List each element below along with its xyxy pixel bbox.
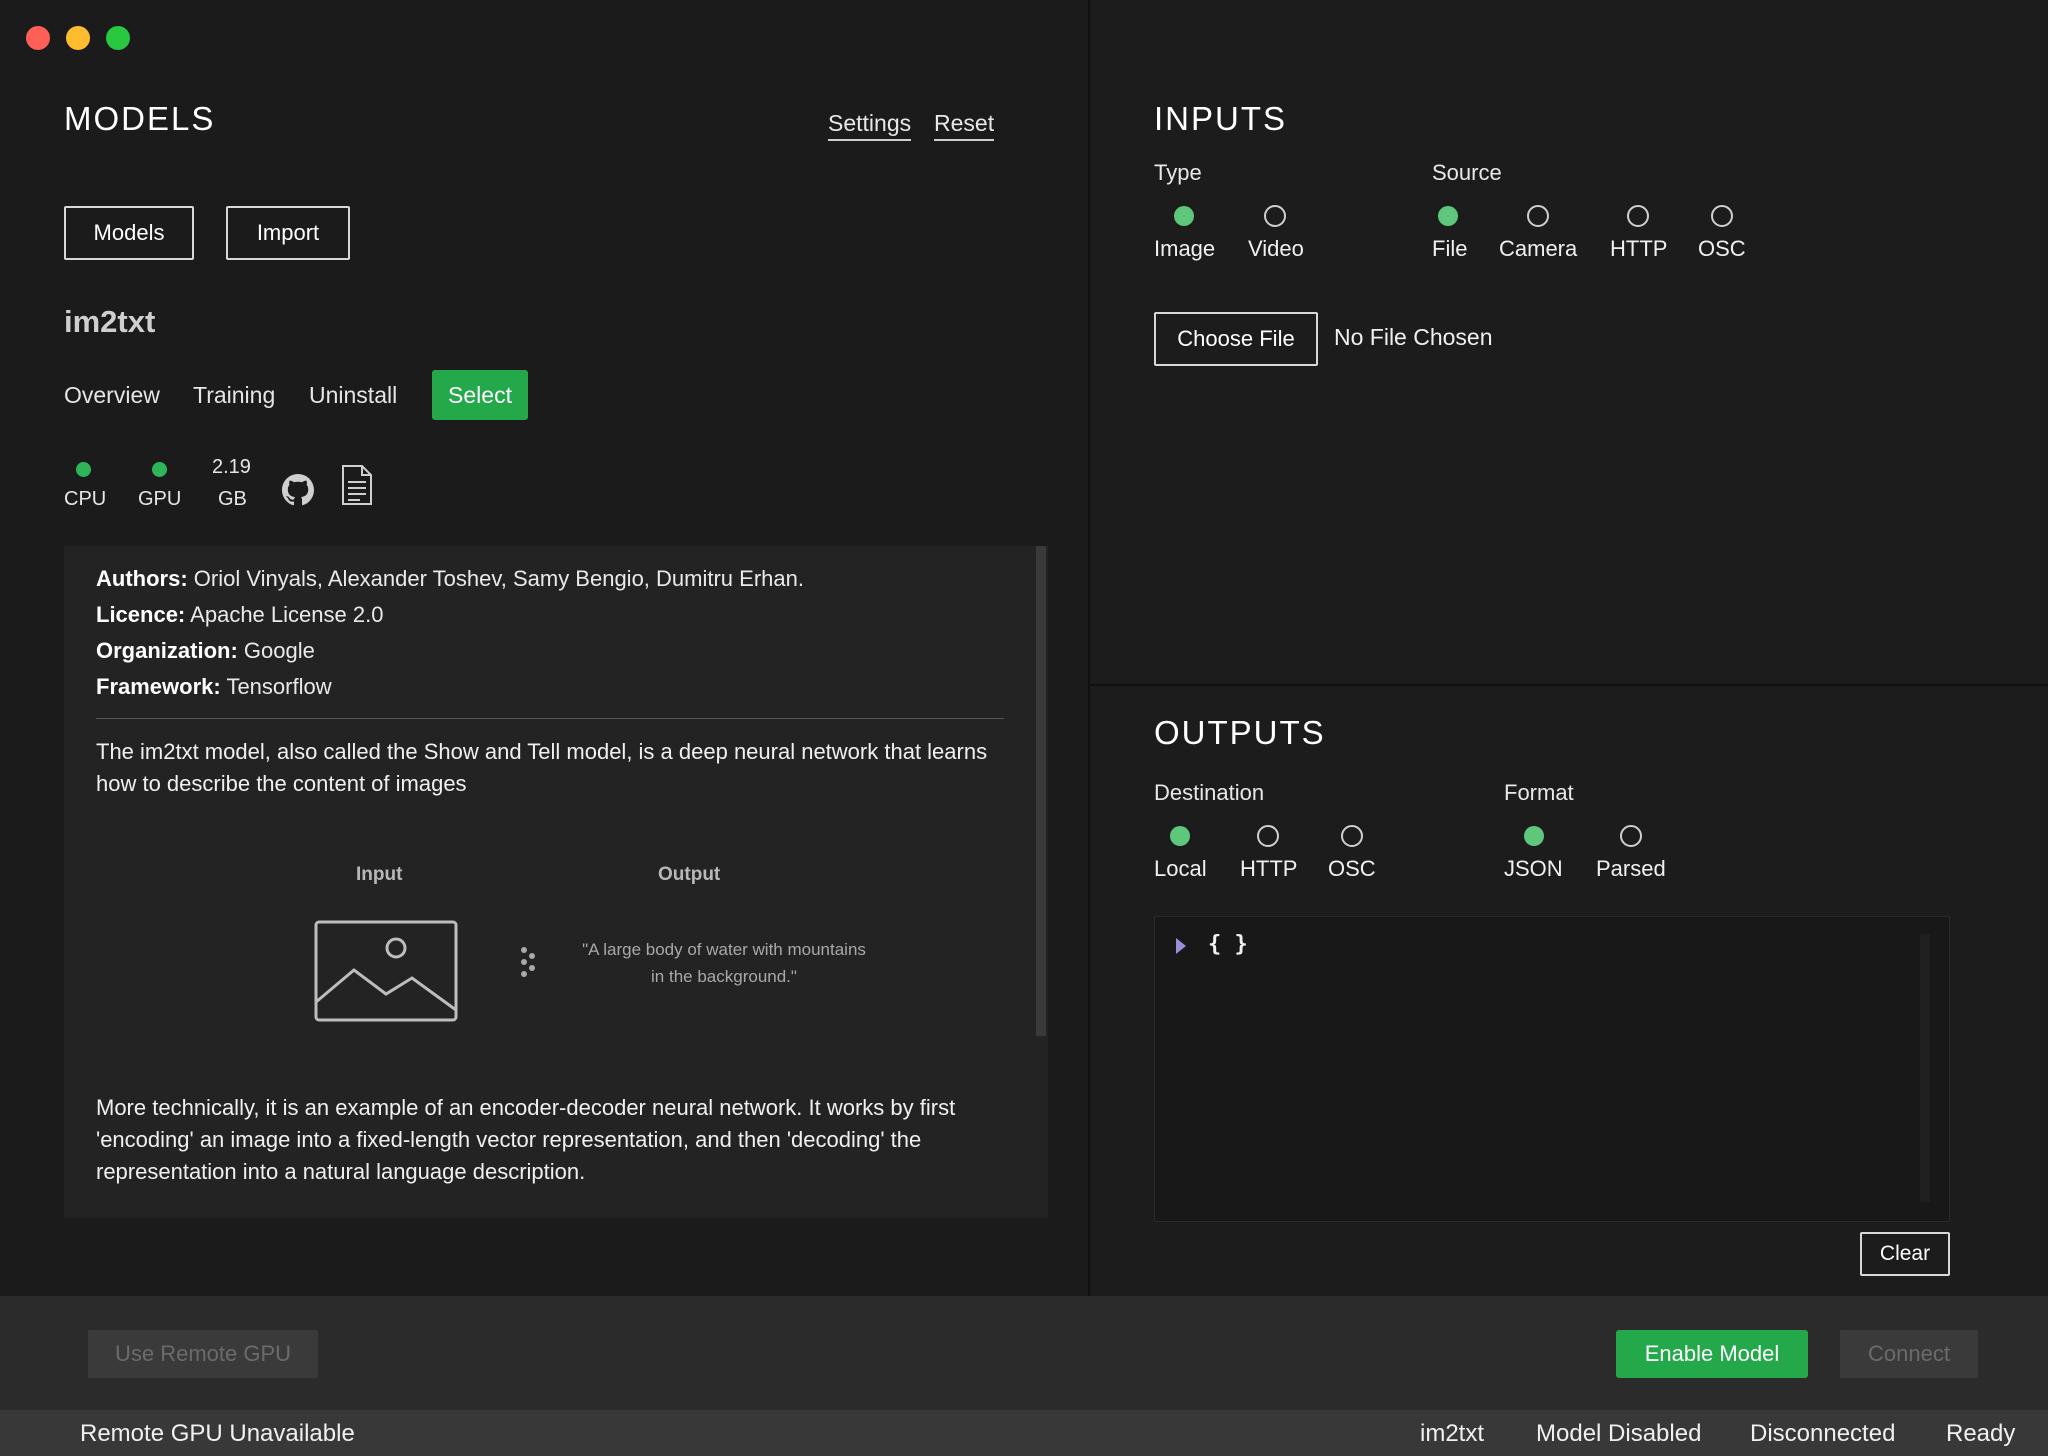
output-json-viewer[interactable] xyxy=(1154,916,1950,1222)
destination-local-label: Local xyxy=(1154,856,1207,881)
type-video-radio[interactable] xyxy=(1264,205,1286,227)
info-separator xyxy=(96,718,1004,719)
info-scrollbar[interactable] xyxy=(1036,546,1046,1036)
tab-training[interactable]: Training xyxy=(193,382,275,409)
source-http-radio[interactable] xyxy=(1627,205,1649,227)
outputs-title: OUTPUTS xyxy=(1154,714,1326,751)
organization-value: Google xyxy=(243,638,315,663)
input-source-label: Source xyxy=(1432,160,1502,185)
clear-button[interactable]: Clear xyxy=(1860,1232,1950,1276)
type-image-radio[interactable] xyxy=(1174,206,1194,226)
status-model-state: Model Disabled xyxy=(1536,1420,1702,1447)
source-osc-label: OSC xyxy=(1698,236,1746,261)
model-info-panel: Authors: Oriol Vinyals, Alexander Toshev… xyxy=(64,546,1048,1218)
type-video-label: Video xyxy=(1248,236,1304,261)
model-size-unit: GB xyxy=(218,488,247,510)
output-scrollbar[interactable] xyxy=(1920,934,1930,1202)
vertical-divider xyxy=(1088,0,1090,1296)
select-button[interactable]: Select xyxy=(432,370,528,420)
source-file-label: File xyxy=(1432,236,1468,261)
tab-overview[interactable]: Overview xyxy=(64,382,160,409)
diagram-input-label: Input xyxy=(356,864,403,885)
destination-http-label: HTTP xyxy=(1240,856,1298,881)
tab-uninstall[interactable]: Uninstall xyxy=(309,382,397,409)
model-name: im2txt xyxy=(64,304,156,339)
gpu-status-dot xyxy=(152,462,167,477)
expand-triangle-icon[interactable] xyxy=(1174,936,1188,956)
file-status-text: No File Chosen xyxy=(1334,324,1493,350)
format-parsed-label: Parsed xyxy=(1596,856,1666,881)
output-destination-label: Destination xyxy=(1154,780,1265,805)
window-minimize-button[interactable] xyxy=(66,26,90,50)
source-camera-label: Camera xyxy=(1499,236,1578,261)
format-parsed-radio[interactable] xyxy=(1620,825,1642,847)
enable-model-button[interactable]: Enable Model xyxy=(1616,1330,1808,1378)
gpu-label: GPU xyxy=(138,488,182,510)
document-icon[interactable] xyxy=(340,464,374,506)
connect-button[interactable]: Connect xyxy=(1840,1330,1978,1378)
destination-osc-label: OSC xyxy=(1328,856,1376,881)
model-description: The im2txt model, also called the Show a… xyxy=(96,739,988,796)
status-model-name: im2txt xyxy=(1420,1420,1485,1447)
licence-key: Licence: xyxy=(96,602,186,627)
format-json-radio[interactable] xyxy=(1524,826,1544,846)
horizontal-divider xyxy=(1090,684,2048,686)
source-http-label: HTTP xyxy=(1610,236,1668,261)
settings-link[interactable]: Settings xyxy=(828,110,912,141)
source-camera-radio[interactable] xyxy=(1527,205,1549,227)
type-image-label: Image xyxy=(1154,236,1216,261)
window-maximize-button[interactable] xyxy=(106,26,130,50)
source-osc-radio[interactable] xyxy=(1711,205,1733,227)
diagram-output-label: Output xyxy=(658,864,721,885)
diagram-output-text: "A large body of water with mountains in… xyxy=(582,940,866,986)
use-remote-gpu-button[interactable]: Use Remote GPU xyxy=(88,1330,318,1378)
inputs-title: INPUTS xyxy=(1154,100,1288,137)
cpu-label: CPU xyxy=(64,488,107,510)
destination-http-radio[interactable] xyxy=(1257,825,1279,847)
organization-line: Organization: Google xyxy=(96,638,315,664)
import-button[interactable]: Import xyxy=(226,206,350,260)
status-ready: Ready xyxy=(1946,1420,2016,1447)
choose-file-button[interactable]: Choose File xyxy=(1154,312,1318,366)
output-format-label: Format xyxy=(1504,780,1574,805)
framework-line: Framework: Tensorflow xyxy=(96,674,332,700)
reset-link[interactable]: Reset xyxy=(934,110,995,141)
destination-local-radio[interactable] xyxy=(1170,826,1190,846)
process-dots-icon xyxy=(518,946,542,980)
technical-description: More technically, it is an example of an… xyxy=(96,1095,956,1184)
framework-value: Tensorflow xyxy=(226,674,332,699)
github-icon[interactable] xyxy=(282,474,314,506)
format-json-label: JSON xyxy=(1504,856,1563,881)
licence-line: Licence: Apache License 2.0 xyxy=(96,602,383,628)
status-connection: Disconnected xyxy=(1750,1420,1896,1447)
models-title: MODELS xyxy=(64,100,216,137)
organization-key: Organization: xyxy=(96,638,238,663)
destination-osc-radio[interactable] xyxy=(1341,825,1363,847)
framework-key: Framework: xyxy=(96,674,221,699)
licence-value: Apache License 2.0 xyxy=(190,602,384,627)
input-type-label: Type xyxy=(1154,160,1202,185)
window-close-button[interactable] xyxy=(26,26,50,50)
json-preview: { } xyxy=(1208,932,1248,957)
cpu-status-dot xyxy=(76,462,91,477)
source-file-radio[interactable] xyxy=(1438,206,1458,226)
authors-key: Authors: xyxy=(96,566,188,591)
authors-value: Oriol Vinyals, Alexander Toshev, Samy Be… xyxy=(193,566,804,591)
image-placeholder-icon xyxy=(314,920,458,1022)
model-size-value: 2.19 xyxy=(212,456,251,478)
status-remote-gpu: Remote GPU Unavailable xyxy=(80,1420,355,1447)
models-button[interactable]: Models xyxy=(64,206,194,260)
authors-line: Authors: Oriol Vinyals, Alexander Toshev… xyxy=(96,566,804,592)
